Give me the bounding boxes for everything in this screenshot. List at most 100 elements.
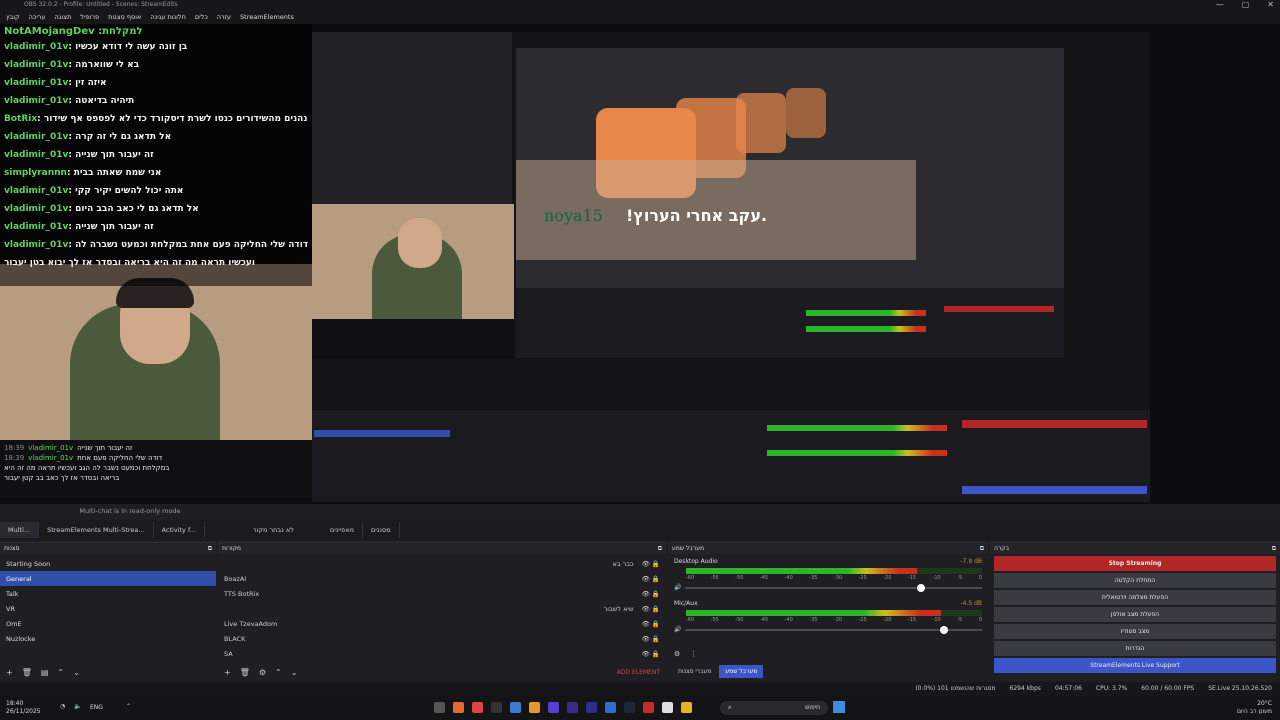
add-element-button[interactable]: ADD ELEMENT <box>617 669 660 676</box>
start-virtual-camera-button[interactable]: הפעלת מצלמה וירטואלית <box>994 590 1276 605</box>
volume-slider[interactable] <box>685 625 982 634</box>
start-recording-button[interactable]: התחלת הקלטה <box>994 573 1276 588</box>
source-item[interactable]: Live TzevaAdom 👁 🔒 <box>218 616 666 631</box>
menu-streamelements[interactable]: StreamElements <box>240 13 294 23</box>
maximize-button[interactable]: ▢ <box>1242 0 1250 12</box>
volume-slider-handle[interactable] <box>916 583 925 592</box>
scene-item[interactable]: OmE <box>0 616 216 631</box>
source-item[interactable]: BLACK 👁 🔒 <box>218 631 666 646</box>
menu-scene-collection[interactable]: אוסף סצנות <box>108 13 141 23</box>
visibility-lock-icon[interactable]: 👁 🔒 <box>642 560 660 568</box>
dock-undock-icon[interactable]: ⧉ <box>208 545 212 552</box>
tab-multichat[interactable]: Multi... <box>0 522 40 538</box>
move-down-icon[interactable]: ⌄ <box>291 668 298 677</box>
dock-undock-icon[interactable]: ⧉ <box>1272 545 1276 552</box>
source-label: Live TzevaAdom <box>224 620 278 628</box>
filters-button[interactable]: מסננים <box>363 522 400 538</box>
wifi-icon[interactable]: ◔ <box>60 703 65 710</box>
visibility-lock-icon[interactable]: 👁 🔒 <box>642 620 660 628</box>
app-icon[interactable] <box>567 702 578 713</box>
scene-item[interactable]: VR <box>0 601 216 616</box>
app-icon[interactable] <box>548 702 559 713</box>
menu-file[interactable]: קובץ <box>6 13 20 23</box>
studio-button[interactable]: מצב סטודיו <box>994 624 1276 639</box>
source-item[interactable]: שיא לשבור 👁 🔒 <box>218 601 666 616</box>
dock-undock-icon[interactable]: ⧉ <box>658 545 662 552</box>
source-settings-icon[interactable]: ⚙ <box>259 668 266 677</box>
menu-tools[interactable]: כלים <box>195 13 208 23</box>
menu-edit[interactable]: עריכה <box>29 13 46 23</box>
scene-item[interactable]: General <box>0 571 216 586</box>
move-up-icon[interactable]: ⌃ <box>275 668 282 677</box>
app-icon[interactable] <box>472 702 483 713</box>
tab-audio-mixer[interactable]: מערבל שמע <box>719 665 764 678</box>
windows-start-icon[interactable] <box>833 701 845 713</box>
meter-tick: -40 <box>784 575 793 581</box>
mixer-settings-icon[interactable]: ⚙ <box>674 650 680 658</box>
app-icon[interactable] <box>662 702 673 713</box>
app-icon[interactable] <box>529 702 540 713</box>
weather-widget[interactable]: 20°C מעונן רב היום <box>1237 700 1272 716</box>
volume-slider[interactable] <box>685 583 982 592</box>
settings-button[interactable]: הגדרות <box>994 641 1276 656</box>
mute-icon[interactable]: 🔊 <box>674 584 681 591</box>
chat-username: vladimir_01v <box>4 150 69 160</box>
filter-icon[interactable]: ▤ <box>41 668 49 677</box>
program-preview[interactable]: noya15 !עקב אחרי הערוץ. NotAMojangDev :ל… <box>0 24 1280 504</box>
move-up-icon[interactable]: ⌃ <box>57 668 64 677</box>
menu-help[interactable]: עזרה <box>217 13 231 23</box>
move-down-icon[interactable]: ⌄ <box>73 668 80 677</box>
close-button[interactable]: ✕ <box>1267 0 1274 12</box>
volume-slider-handle[interactable] <box>940 625 949 634</box>
visibility-lock-icon[interactable]: 👁 🔒 <box>642 605 660 613</box>
lang-indicator[interactable]: ENG <box>90 704 103 711</box>
chat-username: BotRix <box>4 114 38 124</box>
search-box[interactable]: ⌕ חיפוש <box>720 701 828 715</box>
tab-transitions[interactable]: מעברי סצנות <box>672 665 717 678</box>
scene-item[interactable]: Talk <box>0 586 216 601</box>
tray-chevron-icon[interactable]: ⌃ <box>126 703 131 710</box>
clock[interactable]: 18:40 26/11/2025 <box>6 700 41 716</box>
mute-icon[interactable]: 🔊 <box>674 626 681 633</box>
source-item[interactable]: SA 👁 🔒 <box>218 646 666 661</box>
visibility-lock-icon[interactable]: 👁 🔒 <box>642 590 660 598</box>
remove-scene-icon[interactable]: 🗑 <box>22 668 32 677</box>
source-item[interactable]: כבר בא 👁 🔒 <box>218 556 666 571</box>
live-support-button[interactable]: StreamElements Live Support <box>994 658 1276 673</box>
app-icon[interactable] <box>453 702 464 713</box>
app-icon[interactable] <box>605 702 616 713</box>
taskbar: 18:40 26/11/2025 ◔ 🔈 ENG ⌃ ⌕ חיפוש 20°C … <box>0 696 1280 720</box>
volume-icon[interactable]: 🔈 <box>74 703 81 710</box>
visibility-lock-icon[interactable]: 👁 🔒 <box>642 650 660 658</box>
app-icon[interactable] <box>510 702 521 713</box>
scene-item[interactable]: Starting Soon <box>0 556 216 571</box>
dock-undock-icon[interactable]: ⧉ <box>980 545 984 552</box>
stop-streaming-button[interactable]: Stop Streaming <box>994 556 1276 571</box>
menu-docks[interactable]: חלונות עגינה <box>150 13 185 23</box>
properties-button[interactable]: מאפיינים <box>322 522 364 538</box>
visibility-lock-icon[interactable]: 👁 🔒 <box>642 635 660 643</box>
tab-streamelements[interactable]: StreamElements Multi-Strea... <box>39 522 154 538</box>
app-icon[interactable] <box>624 702 635 713</box>
remove-source-icon[interactable]: 🗑 <box>240 668 250 677</box>
add-source-icon[interactable]: + <box>224 668 231 677</box>
minimize-button[interactable]: — <box>1216 0 1224 12</box>
visibility-lock-icon[interactable]: 👁 🔒 <box>642 575 660 583</box>
chat-text: במקלחת וכמעט נשבר לה הגב ועכשיו תראה מה … <box>4 464 170 472</box>
app-icon[interactable] <box>586 702 597 713</box>
source-item[interactable]: TTS BotRix 👁 🔒 <box>218 586 666 601</box>
menu-profile[interactable]: פרופיל <box>80 13 99 23</box>
mixer-menu-icon[interactable]: ⋮ <box>690 650 697 658</box>
app-icon[interactable] <box>491 702 502 713</box>
add-scene-icon[interactable]: + <box>6 668 13 677</box>
app-icon[interactable] <box>434 702 445 713</box>
tab-activity[interactable]: Activity f... <box>154 522 205 538</box>
chat-message: vladimir_01v: זה יעבור תוך שנייה <box>4 218 308 236</box>
source-label: BLACK <box>224 635 246 643</box>
app-icon[interactable] <box>643 702 654 713</box>
studio-mode-button[interactable]: הפעלת מצב אולפן <box>994 607 1276 622</box>
source-item[interactable]: BoazAI 👁 🔒 <box>218 571 666 586</box>
menu-view[interactable]: תצוגה <box>55 13 72 23</box>
scene-item[interactable]: Nuzlocke <box>0 631 216 646</box>
folder-icon[interactable] <box>681 702 692 713</box>
